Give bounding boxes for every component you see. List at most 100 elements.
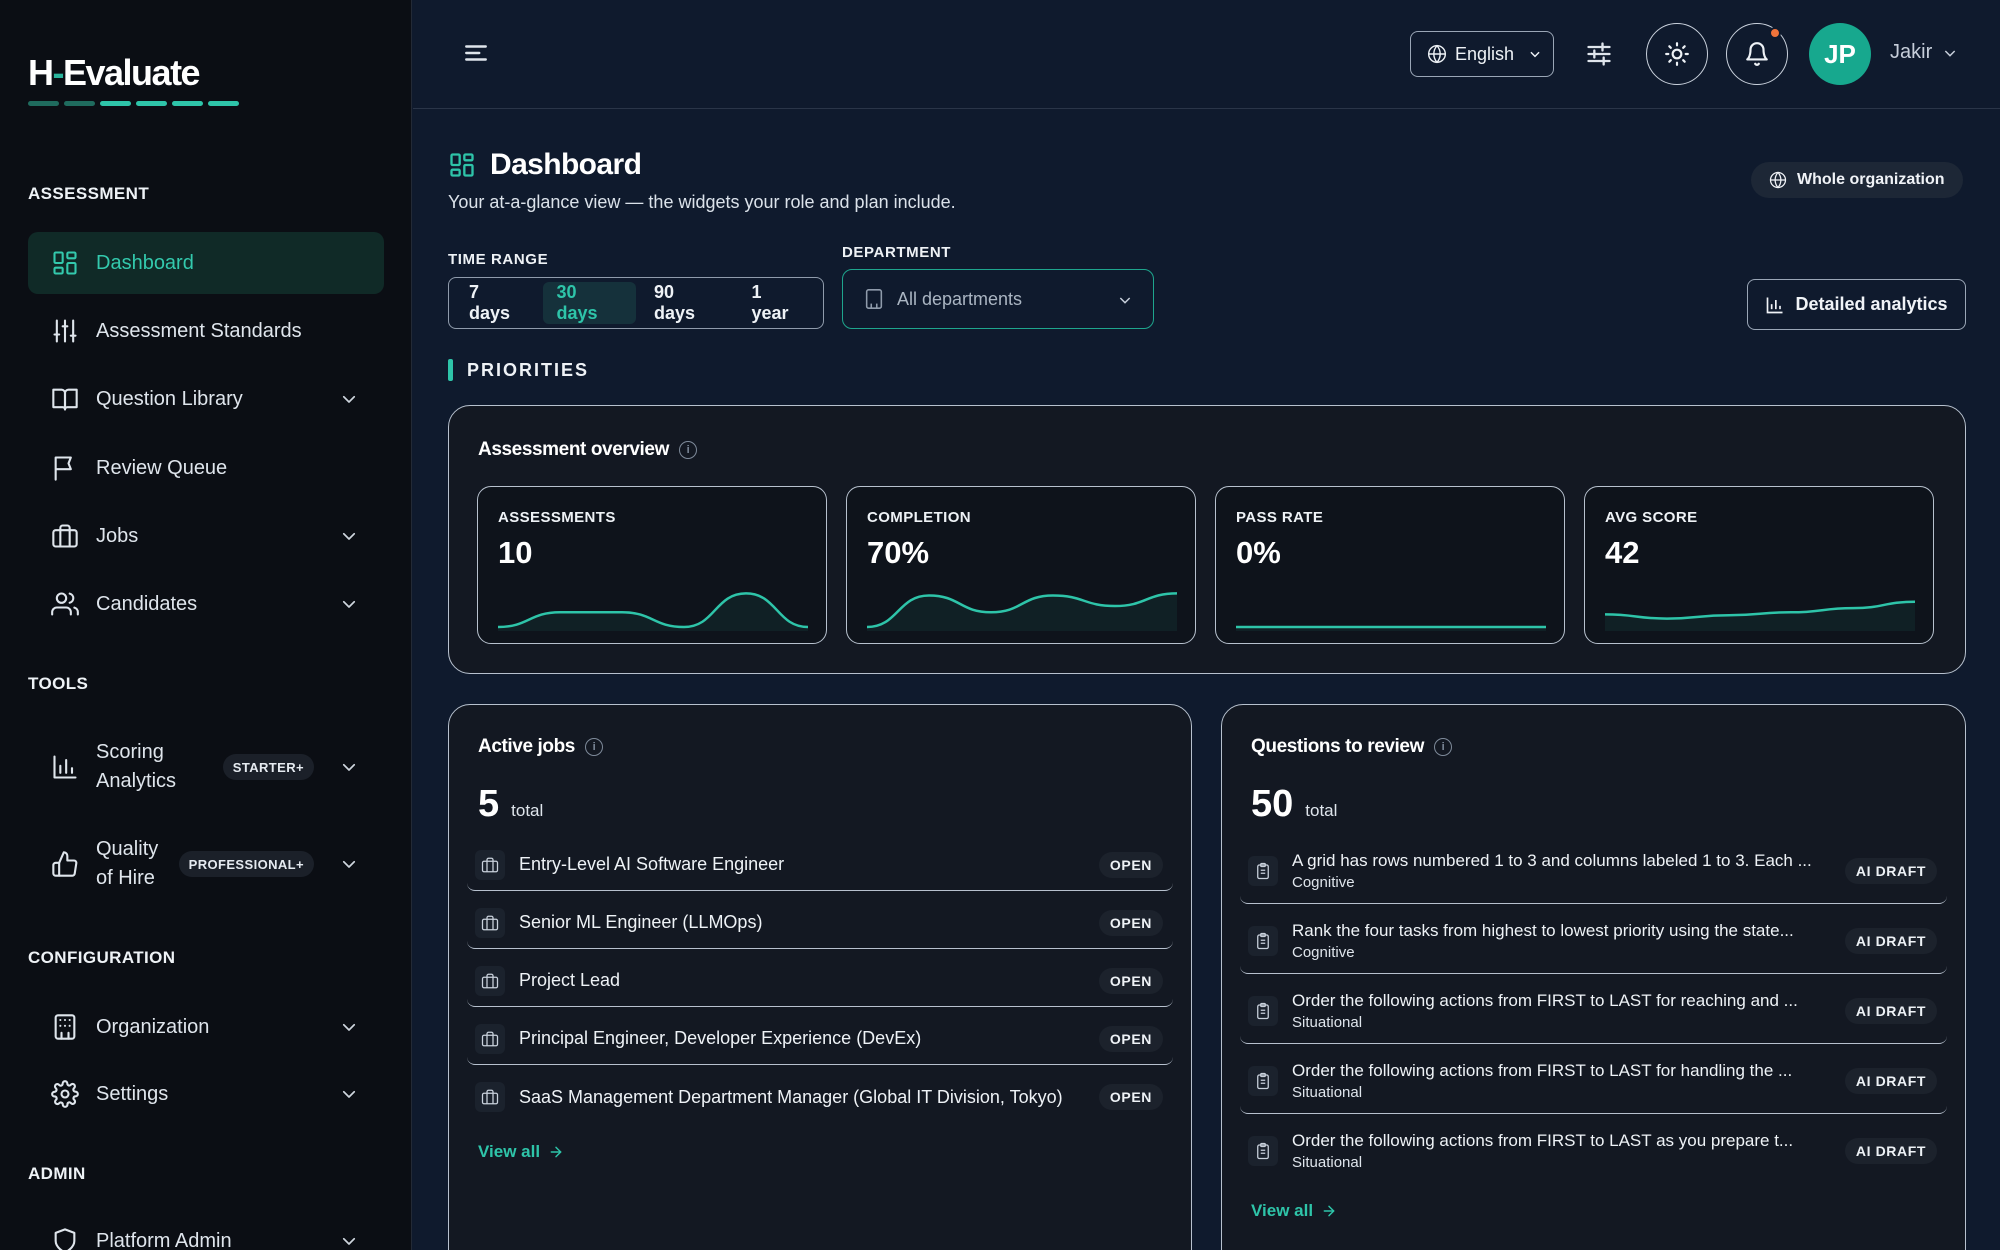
sparkline bbox=[498, 592, 808, 631]
time-range-7-days[interactable]: 7 days bbox=[455, 282, 539, 324]
status-badge: OPEN bbox=[1098, 910, 1163, 936]
menu-toggle-icon[interactable] bbox=[463, 40, 489, 66]
status-badge: AI DRAFT bbox=[1844, 928, 1937, 954]
view-all-jobs-link[interactable]: View all bbox=[478, 1142, 564, 1162]
app-logo[interactable]: H-Evaluate bbox=[28, 52, 201, 94]
user-menu[interactable]: Jakir bbox=[1890, 41, 1958, 64]
job-row[interactable]: Senior ML Engineer (LLMOps) OPEN bbox=[467, 897, 1173, 949]
chevron-down-icon[interactable] bbox=[340, 1018, 358, 1036]
sidebar-item-platform-admin[interactable]: Platform Admin bbox=[28, 1210, 384, 1250]
briefcase-icon bbox=[475, 1082, 505, 1112]
priorities-heading: PRIORITIES bbox=[448, 359, 589, 381]
kpi-avg-score[interactable]: AVG SCORE 42 bbox=[1584, 486, 1934, 644]
clipboard-icon bbox=[1248, 855, 1278, 886]
department-label: DEPARTMENT bbox=[842, 244, 952, 261]
language-label: English bbox=[1455, 43, 1515, 64]
kpi-assessments[interactable]: ASSESSMENTS 10 bbox=[477, 486, 827, 644]
question-row[interactable]: Rank the four tasks from highest to lowe… bbox=[1240, 908, 1947, 974]
notification-dot bbox=[1769, 27, 1781, 39]
questions-review-card: Questions to review i 50 total A grid ha… bbox=[1221, 704, 1966, 1250]
chevron-down-icon[interactable] bbox=[340, 390, 358, 408]
section-assessment: ASSESSMENT bbox=[28, 184, 150, 203]
assessment-overview-card: Assessment overview i ASSESSMENTS 10 COM… bbox=[448, 405, 1966, 674]
plan-tier-badge: STARTER+ bbox=[222, 754, 314, 780]
chevron-down-icon[interactable] bbox=[340, 527, 358, 545]
preferences-icon[interactable] bbox=[1585, 40, 1613, 68]
sidebar-item-label: Dashboard bbox=[96, 251, 194, 274]
status-badge: OPEN bbox=[1098, 968, 1163, 994]
info-icon[interactable]: i bbox=[678, 441, 697, 459]
briefcase-icon bbox=[475, 907, 505, 938]
sidebar-item-quality-of-hire[interactable]: Quality of Hire PROFESSIONAL+ bbox=[28, 833, 384, 895]
time-range-selector: 7 days 30 days 90 days 1 year bbox=[448, 277, 824, 329]
clipboard-icon bbox=[1248, 995, 1278, 1026]
sidebar-item-settings[interactable]: Settings bbox=[28, 1063, 384, 1125]
building-icon bbox=[50, 1012, 80, 1042]
sidebar-item-organization[interactable]: Organization bbox=[28, 996, 384, 1058]
detailed-analytics-button[interactable]: Detailed analytics bbox=[1747, 279, 1966, 330]
theme-toggle-button[interactable] bbox=[1646, 23, 1708, 85]
sidebar-item-dashboard[interactable]: Dashboard bbox=[28, 232, 384, 294]
kpi-pass-rate[interactable]: PASS RATE 0% bbox=[1215, 486, 1565, 644]
building-icon bbox=[865, 289, 883, 309]
sidebar-item-label: Review Queue bbox=[96, 456, 228, 479]
time-range-30-days[interactable]: 30 days bbox=[542, 282, 636, 324]
question-row[interactable]: Order the following actions from FIRST t… bbox=[1240, 1048, 1947, 1114]
questions-total: 50 total bbox=[1251, 783, 1338, 825]
job-row[interactable]: Entry-Level AI Software Engineer OPEN bbox=[467, 839, 1173, 891]
job-row[interactable]: Principal Engineer, Developer Experience… bbox=[467, 1013, 1173, 1065]
language-selector[interactable]: English bbox=[1410, 31, 1554, 77]
chevron-down-icon bbox=[1119, 297, 1131, 304]
info-icon[interactable]: i bbox=[584, 738, 603, 756]
sidebar-item-assessment-standards[interactable]: Assessment Standards bbox=[28, 300, 384, 362]
card-title: Questions to review i bbox=[1251, 736, 1452, 758]
info-icon[interactable]: i bbox=[1433, 738, 1452, 756]
book-icon bbox=[50, 384, 80, 414]
view-all-questions-link[interactable]: View all bbox=[1251, 1201, 1337, 1221]
time-range-1-year[interactable]: 1 year bbox=[737, 282, 817, 324]
status-badge: AI DRAFT bbox=[1844, 998, 1937, 1024]
sidebar-item-label: Jobs bbox=[96, 524, 139, 547]
sidebar-item-review-queue[interactable]: Review Queue bbox=[28, 437, 384, 499]
job-row[interactable]: SaaS Management Department Manager (Glob… bbox=[467, 1071, 1173, 1123]
sidebar-item-question-library[interactable]: Question Library bbox=[28, 368, 384, 430]
briefcase-icon bbox=[50, 521, 80, 551]
avatar[interactable]: JP bbox=[1809, 23, 1871, 85]
shield-icon bbox=[50, 1226, 80, 1250]
status-badge: AI DRAFT bbox=[1844, 1068, 1937, 1094]
bell-icon bbox=[1746, 42, 1768, 66]
page-title: Dashboard bbox=[490, 148, 642, 181]
question-row[interactable]: Order the following actions from FIRST t… bbox=[1240, 1118, 1947, 1184]
job-row[interactable]: Project Lead OPEN bbox=[467, 955, 1173, 1007]
sidebar-item-candidates[interactable]: Candidates bbox=[28, 573, 384, 635]
sidebar: H-Evaluate ASSESSMENT Dashboard Assessme… bbox=[0, 0, 412, 1250]
chevron-down-icon[interactable] bbox=[340, 595, 358, 613]
section-configuration: CONFIGURATION bbox=[28, 948, 176, 967]
chevron-down-icon[interactable] bbox=[340, 1085, 358, 1103]
scope-button[interactable]: Whole organization bbox=[1751, 162, 1963, 198]
question-row[interactable]: A grid has rows numbered 1 to 3 and colu… bbox=[1240, 838, 1947, 904]
department-select[interactable]: All departments bbox=[842, 269, 1154, 329]
chevron-down-icon bbox=[1945, 49, 1956, 57]
bar-chart-icon bbox=[50, 752, 80, 782]
sidebar-item-scoring-analytics[interactable]: Scoring Analytics STARTER+ bbox=[28, 736, 384, 798]
plan-tier-badge: PROFESSIONAL+ bbox=[178, 851, 314, 877]
status-badge: OPEN bbox=[1098, 1084, 1163, 1110]
sidebar-item-label: Platform Admin bbox=[96, 1229, 232, 1250]
chevron-down-icon[interactable] bbox=[340, 1232, 358, 1250]
chevron-down-icon[interactable] bbox=[340, 855, 358, 873]
section-tools: TOOLS bbox=[28, 674, 89, 693]
question-row[interactable]: Order the following actions from FIRST t… bbox=[1240, 978, 1947, 1044]
priorities-accent-bar bbox=[448, 359, 453, 381]
bar-chart-icon bbox=[1767, 297, 1783, 313]
sidebar-item-jobs[interactable]: Jobs bbox=[28, 505, 384, 567]
notifications-button[interactable] bbox=[1726, 23, 1788, 85]
card-title: Active jobs i bbox=[478, 736, 603, 758]
status-badge: AI DRAFT bbox=[1844, 1138, 1937, 1164]
sparkline bbox=[1236, 625, 1546, 631]
time-range-label: TIME RANGE bbox=[448, 251, 549, 268]
time-range-90-days[interactable]: 90 days bbox=[640, 282, 733, 324]
kpi-completion[interactable]: COMPLETION 70% bbox=[846, 486, 1196, 644]
chevron-down-icon[interactable] bbox=[340, 758, 358, 776]
department-value: All departments bbox=[897, 288, 1023, 309]
